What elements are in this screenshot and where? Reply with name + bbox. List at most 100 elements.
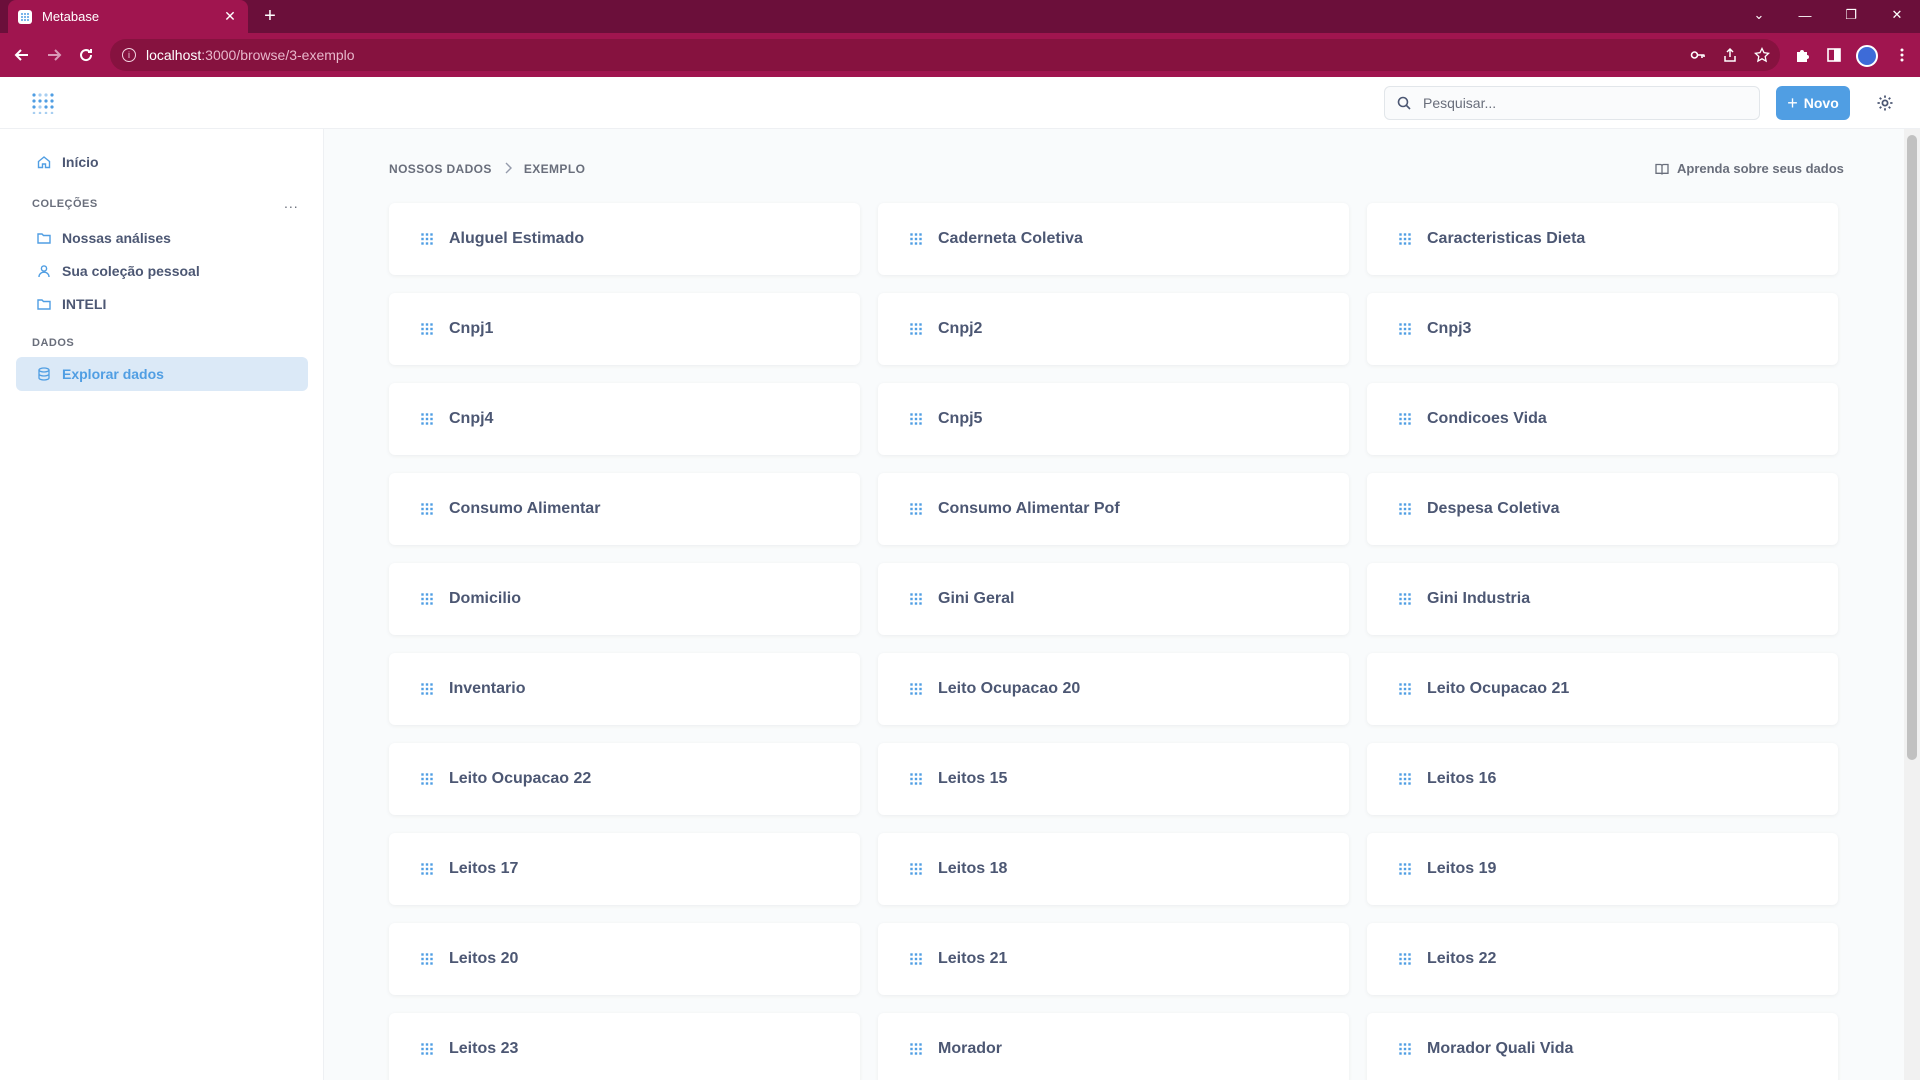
table-card[interactable]: Despesa Coletiva (1367, 473, 1838, 545)
share-icon[interactable] (1720, 45, 1740, 65)
table-name: Leitos 20 (449, 950, 519, 967)
table-name: Cnpj4 (449, 410, 494, 427)
learn-about-data-link[interactable]: Aprenda sobre seus dados (1655, 161, 1844, 176)
close-window-button[interactable]: ✕ (1874, 0, 1920, 30)
table-grid-icon (910, 773, 922, 785)
table-name: Cnpj5 (938, 410, 983, 427)
side-panel-icon[interactable] (1824, 45, 1844, 65)
table-name: Morador Quali Vida (1427, 1040, 1574, 1057)
table-card[interactable]: Cnpj2 (878, 293, 1349, 365)
database-icon (36, 366, 52, 382)
sidebar-item-inteli[interactable]: INTELI (16, 287, 308, 321)
site-info-icon[interactable]: i (122, 48, 136, 62)
table-card[interactable]: Leito Ocupacao 22 (389, 743, 860, 815)
table-card[interactable]: Cnpj3 (1367, 293, 1838, 365)
sidebar-item-personal-collection[interactable]: Sua coleção pessoal (16, 254, 308, 288)
table-name: Leitos 15 (938, 770, 1008, 787)
tab-title: Metabase (42, 9, 100, 24)
table-grid-icon (421, 503, 433, 515)
collections-more-icon[interactable]: ... (284, 195, 299, 211)
browser-tab[interactable]: Metabase ✕ (8, 0, 248, 33)
back-arrow-icon[interactable] (8, 41, 36, 69)
table-grid-icon (1399, 953, 1411, 965)
table-card[interactable]: Caracteristicas Dieta (1367, 203, 1838, 275)
browser-toolbar: i localhost:3000/browse/3-exemplo (0, 33, 1920, 77)
table-card[interactable]: Gini Geral (878, 563, 1349, 635)
table-grid-icon (421, 953, 433, 965)
key-icon[interactable] (1688, 45, 1708, 65)
search-icon (1397, 96, 1411, 110)
tab-search-icon[interactable]: ⌄ (1736, 0, 1782, 30)
bookmark-star-icon[interactable] (1752, 45, 1772, 65)
table-card[interactable]: Leitos 16 (1367, 743, 1838, 815)
table-card[interactable]: Cnpj1 (389, 293, 860, 365)
sidebar-item-nossas-analises[interactable]: Nossas análises (16, 221, 308, 255)
table-grid-icon (910, 323, 922, 335)
data-heading: DADOS (32, 337, 75, 349)
metabase-logo-icon[interactable] (30, 92, 58, 115)
tab-close-icon[interactable]: ✕ (222, 8, 238, 25)
table-name: Leito Ocupacao 22 (449, 770, 592, 787)
table-name: Leito Ocupacao 21 (1427, 680, 1570, 697)
table-card[interactable]: Leitos 19 (1367, 833, 1838, 905)
table-grid-icon (1399, 683, 1411, 695)
table-grid-icon (910, 233, 922, 245)
profile-avatar[interactable] (1856, 45, 1878, 67)
table-card[interactable]: Condicoes Vida (1367, 383, 1838, 455)
restore-button[interactable]: ❐ (1828, 0, 1874, 30)
table-card[interactable]: Cnpj5 (878, 383, 1349, 455)
sidebar-item-home[interactable]: Início (16, 145, 308, 179)
table-name: Cnpj3 (1427, 320, 1472, 337)
table-card[interactable]: Cnpj4 (389, 383, 860, 455)
table-card[interactable]: Consumo Alimentar (389, 473, 860, 545)
search-input[interactable]: Pesquisar... (1384, 86, 1760, 120)
sidebar-item-label: Início (62, 154, 99, 170)
table-card[interactable]: Inventario (389, 653, 860, 725)
table-card[interactable]: Leitos 22 (1367, 923, 1838, 995)
table-card[interactable]: Consumo Alimentar Pof (878, 473, 1349, 545)
table-name: Despesa Coletiva (1427, 500, 1560, 517)
table-grid-icon (1399, 413, 1411, 425)
table-grid-icon (1399, 593, 1411, 605)
sidebar-item-label: Nossas análises (62, 230, 171, 246)
table-name: Consumo Alimentar Pof (938, 500, 1120, 517)
table-card[interactable]: Leitos 23 (389, 1013, 860, 1080)
minimize-button[interactable]: — (1782, 0, 1828, 30)
gear-icon[interactable] (1874, 92, 1896, 114)
book-icon (1655, 163, 1669, 175)
table-grid-icon (910, 593, 922, 605)
new-button[interactable]: + Novo (1776, 86, 1850, 120)
table-card[interactable]: Leito Ocupacao 21 (1367, 653, 1838, 725)
address-bar[interactable]: i localhost:3000/browse/3-exemplo (110, 39, 1780, 71)
table-card[interactable]: Caderneta Coletiva (878, 203, 1349, 275)
reload-icon[interactable] (72, 41, 100, 69)
table-name: Leito Ocupacao 20 (938, 680, 1081, 697)
table-card[interactable]: Leitos 20 (389, 923, 860, 995)
table-name: Leitos 18 (938, 860, 1008, 877)
table-name: Gini Geral (938, 590, 1015, 607)
table-grid-icon (910, 1043, 922, 1055)
forward-arrow-icon[interactable] (40, 41, 68, 69)
table-card[interactable]: Aluguel Estimado (389, 203, 860, 275)
table-grid-icon (1399, 773, 1411, 785)
extensions-puzzle-icon[interactable] (1792, 45, 1812, 65)
browser-tab-strip: Metabase ✕ + ⌄ — ❐ ✕ (0, 0, 1920, 33)
new-tab-button[interactable]: + (258, 4, 282, 28)
table-card[interactable]: Morador Quali Vida (1367, 1013, 1838, 1080)
table-card[interactable]: Morador (878, 1013, 1349, 1080)
learn-about-data-label: Aprenda sobre seus dados (1677, 161, 1844, 176)
breadcrumb-root[interactable]: NOSSOS DADOS (389, 162, 492, 176)
table-card[interactable]: Gini Industria (1367, 563, 1838, 635)
sidebar-item-browse-data[interactable]: Explorar dados (16, 357, 308, 391)
browser-menu-icon[interactable] (1892, 45, 1912, 65)
scrollbar-thumb[interactable] (1907, 135, 1917, 760)
table-name: Leitos 17 (449, 860, 519, 877)
table-card[interactable]: Leitos 18 (878, 833, 1349, 905)
table-card[interactable]: Leitos 21 (878, 923, 1349, 995)
table-card[interactable]: Leito Ocupacao 20 (878, 653, 1349, 725)
table-card[interactable]: Leitos 17 (389, 833, 860, 905)
plus-icon: + (1787, 92, 1798, 113)
table-card[interactable]: Leitos 15 (878, 743, 1349, 815)
breadcrumb: NOSSOS DADOS EXEMPLO (389, 161, 585, 177)
table-card[interactable]: Domicilio (389, 563, 860, 635)
